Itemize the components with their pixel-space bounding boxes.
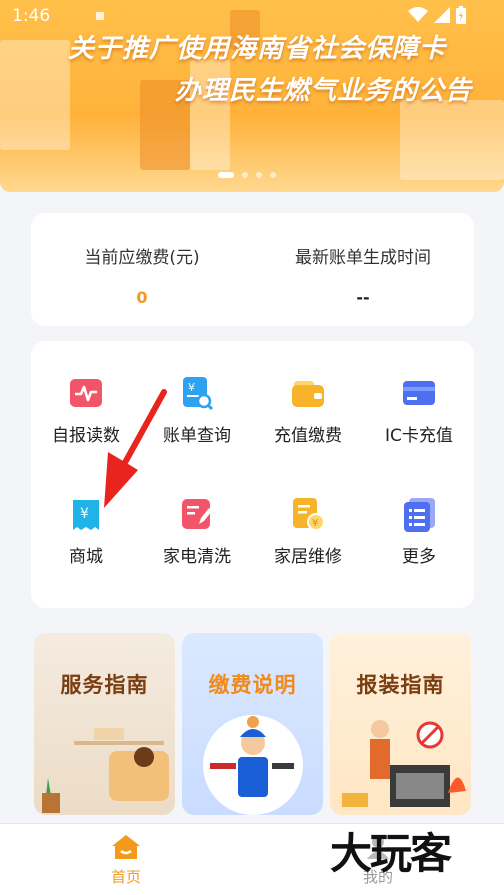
more-list-icon [401,496,437,532]
notification-icon [96,12,104,20]
svg-text:¥: ¥ [80,506,89,522]
card-icon [401,375,437,411]
bill-search-icon: ¥ [179,375,215,411]
battery-icon [456,6,466,24]
bill-time-label: 最新账单生成时间 [295,248,431,268]
banner-pagination [218,172,276,178]
menu-item-ic-card[interactable]: IC卡充值 [364,375,474,446]
bill-time-value: -- [356,288,370,307]
tab-label: 首页 [110,868,141,886]
building-illustration [0,40,70,150]
plumber-illustration [203,715,303,815]
signal-icon [434,7,450,23]
menu-label: 充值缴费 [274,426,342,446]
document-coin-icon: ¥ [290,496,326,532]
guide-card-service[interactable]: 服务指南 [34,633,175,815]
wifi-icon [408,7,428,22]
menu-label: 家电清洗 [163,547,231,567]
pagination-dot[interactable] [242,172,248,178]
menu-label: 账单查询 [163,426,231,446]
current-fee-block: 当前应缴费(元) 0 [31,243,253,307]
gas-install-illustration [342,720,466,807]
menu-item-bill-query[interactable]: ¥ 账单查询 [142,375,252,446]
home-icon [112,835,140,859]
pagination-dot[interactable] [218,172,234,178]
pagination-dot[interactable] [270,172,276,178]
status-time: 1:46 [12,6,51,26]
tab-home[interactable]: 首页 [76,834,176,887]
menu-item-self-reading[interactable]: 自报读数 [31,375,141,446]
banner-subtitle: 办理民生燃气业务的公告 [174,76,472,106]
menu-item-appliance-cleaning[interactable]: 家电清洗 [142,496,252,567]
fee-summary-card: 当前应缴费(元) 0 最新账单生成时间 -- [31,213,474,326]
pagination-dot[interactable] [256,172,262,178]
svg-text:¥: ¥ [188,381,195,394]
edit-note-icon [179,496,215,532]
guide-card-payment[interactable]: 缴费说明 [182,633,323,815]
guide-card-install[interactable]: 报装指南 [330,633,471,815]
menu-item-mall[interactable]: ¥ 商城 [31,496,141,567]
chart-pulse-icon [68,375,104,411]
menu-label: IC卡充值 [385,426,453,446]
menu-label: 商城 [69,547,103,567]
menu-label: 更多 [402,547,436,567]
svg-text:¥: ¥ [312,518,318,529]
building-illustration [400,100,504,180]
watermark-text: 大玩客 [330,829,452,878]
menu-item-home-repair[interactable]: ¥ 家居维修 [253,496,363,567]
current-fee-label: 当前应缴费(元) [84,248,200,268]
wallet-icon [290,375,326,411]
menu-label: 自报读数 [52,426,120,446]
menu-item-recharge[interactable]: 充值缴费 [253,375,363,446]
receipt-yen-icon: ¥ [68,496,104,532]
bill-time-block: 最新账单生成时间 -- [252,243,474,307]
menu-label: 家居维修 [274,547,342,567]
current-fee-value: 0 [136,288,148,307]
living-room-illustration [42,728,169,813]
service-menu-card: 自报读数 ¥ 账单查询 充值缴费 IC卡充值 ¥ 商城 家电清洗 ¥ 家居维修 … [31,341,474,608]
menu-item-more[interactable]: 更多 [364,496,474,567]
status-bar: 1:46 [0,0,504,34]
